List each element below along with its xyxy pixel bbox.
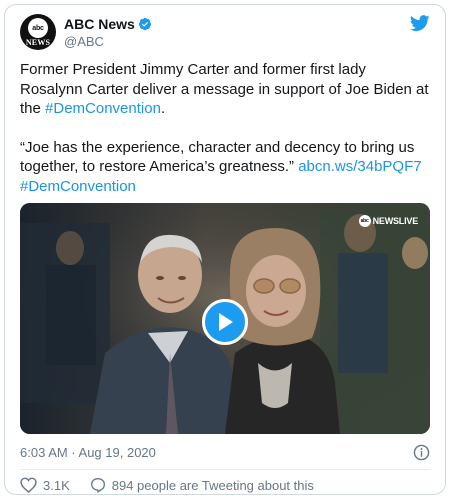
tweet-paragraph-1: Former President Jimmy Carter and former… — [20, 60, 430, 119]
reply-action[interactable]: 894 people are Tweeting about this — [90, 477, 314, 493]
info-icon[interactable] — [413, 444, 430, 461]
hashtag-link[interactable]: #DemConvention — [45, 100, 161, 117]
like-action[interactable]: 3.1K — [20, 477, 70, 493]
reply-text: 894 people are Tweeting about this — [111, 477, 314, 493]
tweet-paragraph-2: “Joe has the experience, character and d… — [20, 138, 430, 197]
hashtag-link[interactable]: #DemConvention — [20, 178, 136, 195]
short-url-link[interactable]: abcn.ws/34bPQF7 — [298, 158, 421, 175]
verified-badge-icon — [138, 17, 151, 31]
like-count: 3.1K — [43, 477, 70, 493]
twitter-bird-icon[interactable] — [410, 15, 430, 32]
author-block[interactable]: ABC News @ABC — [64, 15, 152, 50]
avatar-news-text: NEWS — [25, 38, 51, 47]
handle[interactable]: @ABC — [64, 34, 152, 50]
tweet-paragraph-1-end: . — [160, 100, 166, 117]
news-live-badge: abc NEWSLIVE — [358, 215, 419, 227]
tweet-text: Former President Jimmy Carter and former… — [20, 60, 430, 196]
speech-bubble-icon — [90, 478, 105, 493]
timestamp[interactable]: 6:03 AM · Aug 19, 2020 — [20, 444, 156, 462]
avatar[interactable]: abc NEWS — [20, 14, 56, 50]
badge-text: NEWSLIVE — [372, 216, 419, 226]
abc-logo-circle: abc — [28, 18, 48, 38]
display-name[interactable]: ABC News — [64, 15, 152, 33]
play-icon — [219, 313, 233, 331]
badge-logo: abc — [358, 215, 371, 227]
divider — [20, 469, 430, 470]
video-player[interactable]: abc NEWSLIVE — [20, 203, 430, 434]
tweet-header: abc NEWS ABC News @ABC — [20, 13, 430, 53]
display-name-text: ABC News — [64, 16, 135, 32]
timestamp-row: 6:03 AM · Aug 19, 2020 — [20, 444, 430, 462]
tweet-actions: 3.1K 894 people are Tweeting about this — [20, 476, 430, 494]
play-button[interactable] — [202, 299, 248, 345]
avatar-logo-text: abc — [32, 24, 44, 32]
tweet-card[interactable]: abc NEWS ABC News @ABC Former President … — [4, 4, 446, 495]
heart-icon — [20, 477, 37, 493]
